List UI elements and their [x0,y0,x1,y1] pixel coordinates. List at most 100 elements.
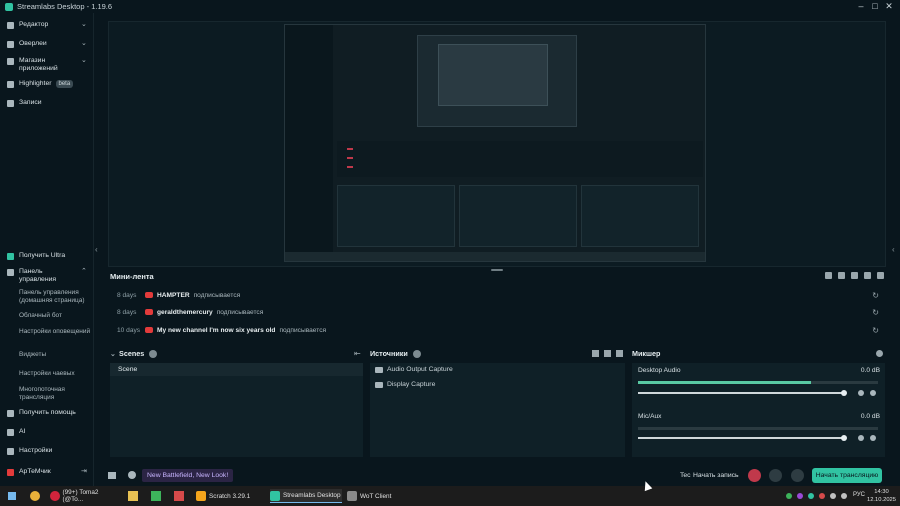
network-icon[interactable] [841,493,847,499]
sidebar-sub-tip-settings[interactable]: Настройки чаевых [19,370,91,378]
maximize-button[interactable]: □ [868,0,882,13]
repeat-alert-icon[interactable]: ↻ [872,308,879,317]
folder-icon[interactable] [616,350,623,357]
logout-icon: ⇥ [81,468,87,475]
filter-icon[interactable] [825,272,832,279]
chevron-down-icon[interactable]: ⌄ [110,349,116,358]
performance-icon[interactable] [108,472,116,479]
sidebar-item-highlighter[interactable]: Highlighter beta [7,80,74,88]
sidebar-sub-multistream[interactable]: Многопоточная трансляция [19,386,91,401]
taskbar-app-opera[interactable]: (99+) Toma2 (@To... [50,489,118,503]
collapse-scenes-icon[interactable]: ⇤ [354,349,361,358]
sidebar-item-ai[interactable]: AI [7,428,25,436]
captured-sidebar [285,25,333,261]
taskbar-app-wot[interactable]: WoT Client [347,489,407,503]
sidebar-item-recordings[interactable]: Записи [7,99,42,107]
windows-start-icon[interactable] [8,492,16,500]
speaker-icon[interactable] [858,435,864,441]
collapse-left-icon[interactable]: ‹ [95,245,98,254]
mixer-header: Микшер [632,349,660,358]
sources-dock: Источники Audio Output Capture Display C… [368,345,628,465]
gear-icon[interactable] [870,435,876,441]
sidebar-sub-dashboard-home[interactable]: Панель управления (домашняя страница) [19,289,91,304]
group-icon[interactable] [604,350,611,357]
repeat-alert-icon[interactable]: ↻ [872,291,879,300]
close-button[interactable]: ✕ [882,0,896,13]
volume-knob[interactable] [841,390,847,396]
volume-icon[interactable] [877,272,884,279]
tray-icon[interactable] [786,493,792,499]
app-icon[interactable] [174,491,184,501]
speaker-icon[interactable] [858,390,864,396]
scenes-header: ⌄ Scenes [110,349,158,358]
gear-icon[interactable] [876,350,883,357]
taskbar-clock[interactable]: 14:30 12.10.2025 [867,488,896,504]
volume-slider[interactable] [638,390,847,396]
sidebar-item-help[interactable]: Получить помощь [7,409,76,417]
pause-icon[interactable] [838,272,845,279]
volume-knob[interactable] [841,435,847,441]
feed-row: 8 days HAMPTER подписывается ↻ [117,290,879,300]
sidebar-sub-widgets[interactable]: Виджеты [19,351,91,359]
schedule-icon[interactable] [791,469,804,482]
youtube-icon [7,468,14,476]
tray-icon[interactable] [808,493,814,499]
app-icon[interactable] [151,491,161,501]
audio-meter [638,381,878,384]
chevron-down-icon: ⌄ [81,21,87,28]
monitor-icon [375,381,383,388]
skip-icon[interactable] [851,272,858,279]
record-icon[interactable] [748,469,761,482]
mute-alerts-icon[interactable] [864,272,871,279]
collapse-right-icon[interactable]: ‹ [892,245,895,254]
sidebar-item-overlays[interactable]: Оверлеи ⌄ [7,40,87,48]
preview-screen-capture [284,24,706,262]
megaphone-icon[interactable] [128,471,136,479]
sources-header: Источники [370,349,421,358]
overlays-icon [7,40,14,48]
scene-item[interactable]: Scene [110,363,363,376]
volume-slider[interactable] [638,435,847,441]
sidebar-sub-cloudbot[interactable]: Облачный бот [19,312,91,320]
captured-preview [417,35,577,127]
youtube-icon [145,309,153,315]
windows-taskbar: (99+) Toma2 (@To... Scratch 3.29.1 Strea… [0,486,900,506]
sidebar-item-dashboard[interactable]: Панель управления ⌃ [7,268,87,284]
minimize-button[interactable]: – [854,0,868,13]
sidebar-item-account[interactable]: АрТеМчик ⇥ [7,468,87,476]
go-live-button[interactable]: Начать трансляцию [812,468,882,483]
tray-icon[interactable] [797,493,803,499]
window-title: Streamlabs Desktop - 1.19.6 [17,2,113,11]
dashboard-icon [7,268,14,276]
studio-mode-icon[interactable] [592,350,599,357]
sidebar-item-app-store[interactable]: Магазин приложений ⌄ [7,57,87,73]
add-scene-icon[interactable] [149,349,158,358]
replay-buffer-icon[interactable] [769,469,782,482]
sidebar-item-ultra[interactable]: Получить Ultra [7,252,65,260]
taskbar-app-streamlabs[interactable]: Streamlabs Desktop [270,489,342,503]
scratch-icon [196,491,206,501]
source-item[interactable]: Display Capture [375,381,435,388]
captured-feed [337,141,703,177]
scenes-title: Scenes [119,349,145,358]
sidebar-item-settings[interactable]: Настройки [7,447,52,455]
taskbar-app-scratch[interactable]: Scratch 3.29.1 [196,489,262,503]
tray-icon[interactable] [819,493,825,499]
language-indicator[interactable]: РУС [853,492,865,498]
speaker-icon[interactable] [830,493,836,499]
title-bar: Streamlabs Desktop - 1.19.6 – □ ✕ [0,0,900,13]
sidebar-item-editor[interactable]: Редактор ⌄ [7,21,87,29]
editor-icon [7,21,14,29]
source-item[interactable]: Audio Output Capture [375,366,453,373]
chrome-icon[interactable] [30,491,40,501]
sidebar-sub-alert-settings[interactable]: Настройки оповещений [19,328,91,336]
gear-icon[interactable] [870,390,876,396]
promo-banner[interactable]: New Battlefield, New Look! [142,469,234,482]
repeat-alert-icon[interactable]: ↻ [872,326,879,335]
record-button[interactable]: Начать запись [693,472,739,479]
add-source-icon[interactable] [412,349,421,358]
test-label[interactable]: Tec [680,472,691,479]
sidebar: Редактор ⌄ Оверлеи ⌄ Магазин приложений ⌄ H… [0,13,94,486]
folder-icon[interactable] [128,491,138,501]
captured-taskbar [285,252,705,261]
